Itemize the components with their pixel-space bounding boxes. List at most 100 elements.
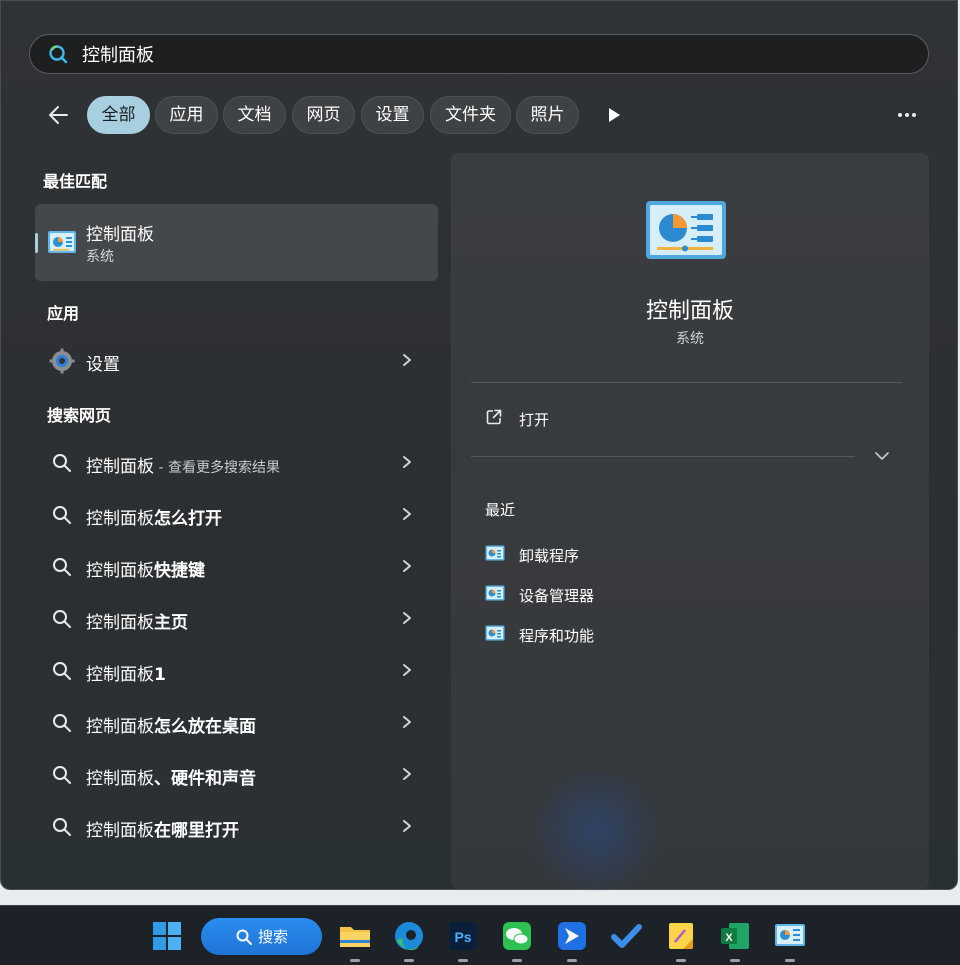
chevron-right-icon[interactable]: [400, 454, 414, 470]
control-panel-icon: [646, 201, 726, 259]
start-button[interactable]: [147, 916, 187, 956]
search-icon: [49, 45, 68, 64]
chevron-right-icon[interactable]: [400, 662, 414, 678]
best-match-result[interactable]: 控制面板 系统: [35, 204, 438, 281]
web-result[interactable]: 控制面板怎么打开: [35, 494, 438, 534]
web-result[interactable]: 控制面板快捷键: [35, 546, 438, 586]
sticky-notes-icon: [669, 923, 693, 949]
file-explorer-icon: [340, 927, 370, 947]
divider: [471, 456, 855, 457]
filter-chip-apps[interactable]: 应用: [155, 96, 218, 134]
recent-item[interactable]: 程序和功能: [471, 617, 771, 651]
running-indicator: [512, 959, 522, 962]
web-result-label: 控制面板1: [86, 665, 166, 685]
filter-chip-web[interactable]: 网页: [292, 96, 355, 134]
web-result-label: 控制面板快捷键: [86, 561, 205, 581]
recent-section-title: 最近: [485, 501, 516, 519]
taskbar-app-file-explorer[interactable]: [335, 916, 375, 962]
chevron-right-icon[interactable]: [400, 714, 414, 730]
running-indicator: [350, 959, 360, 962]
filter-chip-documents[interactable]: 文档: [223, 96, 286, 134]
running-indicator: [567, 959, 577, 962]
chevron-right-icon[interactable]: [400, 558, 414, 574]
section-title-apps: 应用: [47, 304, 80, 323]
chevron-right-icon[interactable]: [400, 610, 414, 626]
result-detail-pane: 控制面板 系统 打开 最近 卸载程序 设备管理器 程序和功能: [451, 153, 929, 889]
excel-icon: X: [721, 923, 749, 949]
search-box[interactable]: [29, 34, 929, 74]
taskbar-search-label: 搜索: [258, 928, 289, 946]
taskbar-app-todo[interactable]: [606, 916, 646, 956]
control-panel-icon: [485, 585, 505, 601]
chevron-right-icon[interactable]: [400, 766, 414, 782]
control-panel-icon: [485, 625, 505, 641]
web-result[interactable]: 控制面板怎么放在桌面: [35, 702, 438, 742]
taskbar-app-control-panel[interactable]: [770, 916, 810, 962]
taskbar-app-wechat[interactable]: [497, 916, 537, 962]
control-panel-icon: [485, 545, 505, 561]
back-arrow-icon[interactable]: [45, 101, 75, 129]
filter-chip-folders[interactable]: 文件夹: [430, 96, 511, 134]
open-action-label: 打开: [519, 411, 550, 429]
taskbar-app-sticky-notes[interactable]: [661, 916, 701, 962]
app-result-label: 设置: [86, 355, 120, 375]
taskbar-app-feishu[interactable]: [552, 916, 592, 962]
web-result-label: 控制面板 - 查看更多搜索结果: [86, 457, 280, 477]
open-action-button[interactable]: 打开: [471, 399, 671, 435]
filter-chip-settings[interactable]: 设置: [361, 96, 424, 134]
running-indicator: [458, 959, 468, 962]
filter-chip-all[interactable]: 全部: [87, 96, 150, 134]
filter-chip-photos[interactable]: 照片: [516, 96, 579, 134]
recent-item-label: 设备管理器: [519, 587, 595, 605]
search-icon: [236, 929, 252, 945]
web-result[interactable]: 控制面板在哪里打开: [35, 806, 438, 846]
running-indicator: [676, 959, 686, 962]
control-panel-icon: [48, 231, 76, 253]
taskbar-app-photoshop[interactable]: Ps: [443, 916, 483, 962]
background-glow: [521, 771, 671, 891]
search-icon: [53, 818, 71, 836]
search-icon: [53, 610, 71, 628]
section-title-best-match: 最佳匹配: [43, 172, 108, 191]
wechat-icon: [503, 922, 531, 950]
running-indicator: [404, 959, 414, 962]
running-indicator: [785, 959, 795, 962]
feishu-icon: [558, 922, 586, 950]
taskbar-app-edge[interactable]: [389, 916, 429, 962]
web-result[interactable]: 控制面板 - 查看更多搜索结果: [35, 442, 438, 482]
selection-indicator: [35, 233, 38, 253]
taskbar-search-button[interactable]: 搜索: [201, 918, 322, 955]
edge-icon: [395, 922, 423, 951]
chevron-right-icon[interactable]: [400, 352, 414, 368]
search-input[interactable]: [82, 41, 902, 67]
play-next-icon[interactable]: [605, 105, 623, 125]
recent-item-label: 卸载程序: [519, 547, 580, 565]
search-icon: [53, 454, 71, 472]
best-match-name: 控制面板: [86, 225, 154, 245]
gear-icon: [49, 348, 75, 374]
recent-item[interactable]: 设备管理器: [471, 577, 771, 611]
web-result-label: 控制面板在哪里打开: [86, 821, 239, 841]
chevron-right-icon[interactable]: [400, 818, 414, 834]
app-result-settings[interactable]: 设置: [35, 340, 438, 380]
detail-subtitle: 系统: [676, 331, 704, 347]
search-icon: [53, 558, 71, 576]
chevron-down-icon[interactable]: [873, 449, 891, 463]
control-panel-icon: [775, 924, 805, 946]
recent-item-label: 程序和功能: [519, 627, 595, 645]
taskbar-app-excel[interactable]: X: [715, 916, 755, 962]
open-external-icon: [486, 409, 502, 425]
web-result-label: 控制面板主页: [86, 613, 188, 633]
web-result[interactable]: 控制面板、硬件和声音: [35, 754, 438, 794]
search-icon: [53, 766, 71, 784]
web-result[interactable]: 控制面板主页: [35, 598, 438, 638]
web-result[interactable]: 控制面板1: [35, 650, 438, 690]
web-result-label: 控制面板怎么放在桌面: [86, 717, 256, 737]
running-indicator: [730, 959, 740, 962]
more-options-icon[interactable]: [894, 104, 920, 126]
recent-item[interactable]: 卸载程序: [471, 537, 771, 571]
start-search-panel: 全部 应用 文档 网页 设置 文件夹 照片 最佳匹配 控制面板 系统 应用 设置: [0, 0, 958, 891]
search-icon: [53, 662, 71, 680]
chevron-right-icon[interactable]: [400, 506, 414, 522]
search-icon: [53, 714, 71, 732]
